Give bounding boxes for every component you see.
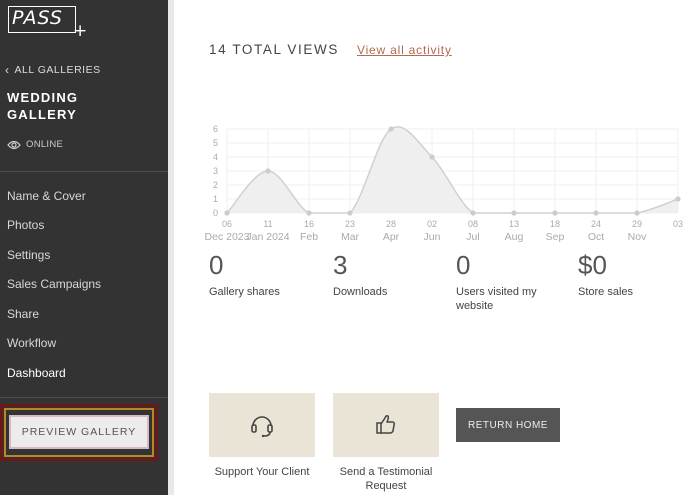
stat-store-sales: $0 Store sales bbox=[578, 250, 688, 299]
stat-label: Store sales bbox=[578, 286, 634, 298]
data-point bbox=[470, 210, 476, 216]
data-point bbox=[347, 210, 353, 216]
gallery-title: WEDDING GALLERY bbox=[7, 90, 79, 122]
stat-label: Gallery shares bbox=[209, 286, 280, 298]
x-tick-label: 24 bbox=[591, 219, 601, 229]
eye-icon bbox=[7, 140, 21, 149]
x-tick-label: 03 bbox=[673, 219, 683, 229]
testimonial-request-label: Send a Testimonial Request bbox=[339, 466, 433, 492]
y-tick-label: 5 bbox=[213, 138, 218, 148]
data-point bbox=[634, 210, 640, 216]
testimonial-request-card[interactable] bbox=[333, 393, 439, 457]
y-tick-label: 0 bbox=[213, 208, 218, 218]
chevron-left-icon: ‹ bbox=[5, 63, 10, 77]
logo-plus: + bbox=[73, 21, 88, 41]
stat-value: 0 bbox=[456, 250, 471, 280]
x-tick-label: 06 bbox=[222, 219, 232, 229]
y-tick-label: 2 bbox=[213, 180, 218, 190]
sidebar-item-share[interactable]: Share bbox=[0, 299, 168, 329]
support-client-card[interactable] bbox=[209, 393, 315, 457]
x-month-label: Nov bbox=[628, 231, 647, 243]
x-month-label: Apr bbox=[383, 231, 400, 243]
logo[interactable]: PASS + bbox=[8, 6, 87, 41]
y-tick-label: 6 bbox=[213, 124, 218, 134]
views-chart: 012345606 11 16 23 28 02 08 13 18 24 29 03Dec 2023J… bbox=[205, 124, 683, 243]
sidebar-item-settings[interactable]: Settings bbox=[0, 240, 168, 270]
series-area bbox=[227, 126, 678, 213]
data-point bbox=[429, 154, 435, 160]
x-tick-label: 29 bbox=[632, 219, 642, 229]
data-point bbox=[552, 210, 558, 216]
y-tick-label: 1 bbox=[213, 194, 218, 204]
x-month-label: Dec 2023 bbox=[205, 231, 250, 243]
stat-downloads: 3 Downloads bbox=[333, 250, 453, 299]
sidebar-item-sales-campaigns[interactable]: Sales Campaigns bbox=[0, 270, 168, 300]
x-month-label: Jul bbox=[466, 231, 479, 243]
all-galleries-link[interactable]: ‹ ALL GALLERIES bbox=[5, 63, 101, 77]
stat-gallery-shares: 0 Gallery shares bbox=[209, 250, 329, 299]
stat-value: 3 bbox=[333, 250, 348, 280]
sidebar-edge bbox=[168, 0, 174, 495]
all-galleries-label: ALL GALLERIES bbox=[14, 64, 101, 76]
data-point bbox=[593, 210, 599, 216]
view-all-activity-link[interactable]: View all activity bbox=[357, 43, 452, 57]
x-tick-label: 28 bbox=[386, 219, 396, 229]
x-tick-label: 13 bbox=[509, 219, 519, 229]
y-tick-label: 3 bbox=[213, 166, 218, 176]
data-point bbox=[306, 210, 312, 216]
data-point bbox=[388, 126, 394, 132]
sidebar-item-dashboard[interactable]: Dashboard bbox=[0, 358, 168, 388]
x-month-label: Mar bbox=[341, 231, 360, 243]
sidebar-nav: Name & Cover Photos Settings Sales Campa… bbox=[0, 181, 168, 388]
total-views-heading: 14 TOTAL VIEWS bbox=[209, 42, 339, 57]
x-tick-label: 08 bbox=[468, 219, 478, 229]
sidebar: PASS + ‹ ALL GALLERIES WEDDING GALLERY O… bbox=[0, 0, 168, 495]
return-home-button[interactable]: RETURN HOME bbox=[456, 408, 560, 442]
data-point bbox=[675, 196, 681, 202]
stat-label: Downloads bbox=[333, 286, 388, 298]
logo-text: PASS bbox=[12, 7, 63, 29]
data-point bbox=[265, 168, 271, 174]
support-client-label: Support Your Client bbox=[214, 466, 310, 478]
thumbs-up-icon bbox=[376, 415, 396, 434]
sidebar-divider-bottom bbox=[0, 397, 168, 398]
sidebar-item-photos[interactable]: Photos bbox=[0, 211, 168, 241]
sidebar-item-name-cover[interactable]: Name & Cover bbox=[0, 181, 168, 211]
stat-value: $0 bbox=[578, 250, 607, 280]
x-tick-label: 23 bbox=[345, 219, 355, 229]
x-month-label: Jun bbox=[424, 231, 441, 243]
stat-users-visited: 0 Users visited my website bbox=[456, 250, 556, 313]
x-tick-label: 16 bbox=[304, 219, 314, 229]
y-tick-label: 4 bbox=[213, 152, 218, 162]
x-month-label: Jan 2024 bbox=[246, 231, 289, 243]
preview-gallery-button[interactable]: PREVIEW GALLERY bbox=[9, 415, 149, 449]
x-tick-label: 02 bbox=[427, 219, 437, 229]
x-tick-label: 18 bbox=[550, 219, 560, 229]
sidebar-divider bbox=[0, 171, 168, 172]
sidebar-item-workflow[interactable]: Workflow bbox=[0, 329, 168, 359]
stat-value: 0 bbox=[209, 250, 224, 280]
x-tick-label: 11 bbox=[263, 219, 272, 229]
stat-label: Users visited my website bbox=[456, 286, 537, 312]
headset-icon bbox=[251, 416, 273, 438]
data-point bbox=[511, 210, 517, 216]
data-point bbox=[224, 210, 230, 216]
status-label: ONLINE bbox=[26, 139, 64, 150]
x-month-label: Oct bbox=[588, 231, 604, 243]
x-month-label: Aug bbox=[505, 231, 524, 243]
gallery-status: ONLINE bbox=[7, 139, 63, 150]
x-month-label: Feb bbox=[300, 231, 318, 243]
preview-gallery-highlight: PREVIEW GALLERY bbox=[0, 404, 158, 461]
x-month-label: Sep bbox=[546, 231, 565, 243]
